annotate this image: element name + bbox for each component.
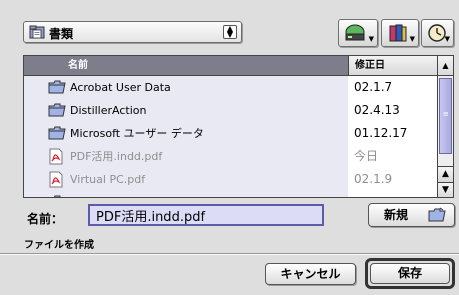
folder-icon	[48, 79, 66, 98]
recent-menu-button[interactable]: ▼	[421, 19, 454, 47]
list-item[interactable]: Virtual PC.pdf 02.1.9	[24, 168, 438, 191]
popup-arrows-icon: ▲ ▼	[223, 25, 237, 39]
file-date: 今日	[354, 149, 379, 163]
list-item[interactable]: Microsoft ユーザー データ 01.12.17	[24, 122, 438, 145]
default-button-ring: 保存	[365, 258, 455, 289]
new-folder-button[interactable]: 新規	[368, 203, 455, 227]
status-text: ファイルを作成	[24, 240, 94, 251]
scroll-down-arrow[interactable]: ▼	[438, 182, 453, 197]
file-name: DistillerAction	[70, 104, 147, 117]
menu-triangle-icon: ▼	[368, 35, 374, 43]
cancel-button[interactable]: キャンセル	[265, 263, 356, 285]
folder-popup-label: 書類	[49, 27, 74, 41]
file-rows: Acrobat User Data 02.1.7 DistillerAction…	[24, 76, 438, 197]
pdf-file-icon	[48, 148, 64, 168]
disk-menu-button[interactable]: ▼	[338, 19, 378, 47]
file-list[interactable]: 名前 修正日 ▲ Acrobat User Data 02.1.7 Distil…	[23, 55, 454, 198]
file-name: PDF活用.indd.pdf	[70, 150, 163, 163]
scroll-up-arrow[interactable]: ▲	[438, 166, 453, 182]
pdf-file-icon	[48, 171, 64, 191]
file-name: Acrobat User Data	[70, 81, 171, 94]
new-folder-label: 新規	[384, 208, 409, 222]
folder-icon	[48, 194, 66, 197]
list-item-partial[interactable]	[24, 191, 438, 197]
list-header: 名前 修正日	[24, 56, 438, 76]
file-date: 02.1.9	[354, 172, 393, 186]
save-button[interactable]: 保存	[370, 263, 450, 284]
file-date: 02.1.7	[354, 80, 393, 94]
menu-triangle-icon: ▼	[444, 35, 450, 43]
sort-direction-button[interactable]: ▲	[437, 56, 453, 76]
file-name: Virtual PC.pdf	[70, 173, 146, 186]
grip-icon: ≡	[443, 110, 449, 118]
name-cell	[24, 191, 348, 197]
menu-triangle-icon: ▼	[409, 35, 415, 43]
filename-caption: 名前：	[27, 212, 64, 226]
file-name: Microsoft ユーザー データ	[70, 127, 204, 140]
column-header-name[interactable]: 名前	[24, 56, 348, 75]
file-date: 02.4.13	[354, 103, 400, 117]
documents-folder-icon	[29, 24, 45, 43]
list-item[interactable]: DistillerAction 02.4.13	[24, 99, 438, 122]
folder-icon	[48, 102, 66, 121]
favorites-menu-button[interactable]: ▼	[381, 19, 419, 47]
save-dialog: 書類 ▲ ▼ ▼ ▼ ▼ 名前 修正日 ▲ Acrobat User Data …	[0, 0, 459, 295]
folder-popup[interactable]: 書類 ▲ ▼	[23, 21, 242, 43]
scroll-thumb[interactable]: ≡	[439, 78, 452, 154]
list-item[interactable]: PDF活用.indd.pdf 今日	[24, 145, 438, 168]
divider	[0, 253, 459, 255]
folder-icon	[48, 125, 66, 144]
vertical-scrollbar[interactable]: ≡ ▲ ▼	[437, 76, 453, 197]
file-date: 01.12.17	[354, 126, 408, 140]
filename-field[interactable]	[88, 204, 324, 226]
list-item[interactable]: Acrobat User Data 02.1.7	[24, 76, 438, 99]
column-header-date[interactable]: 修正日	[348, 56, 438, 75]
